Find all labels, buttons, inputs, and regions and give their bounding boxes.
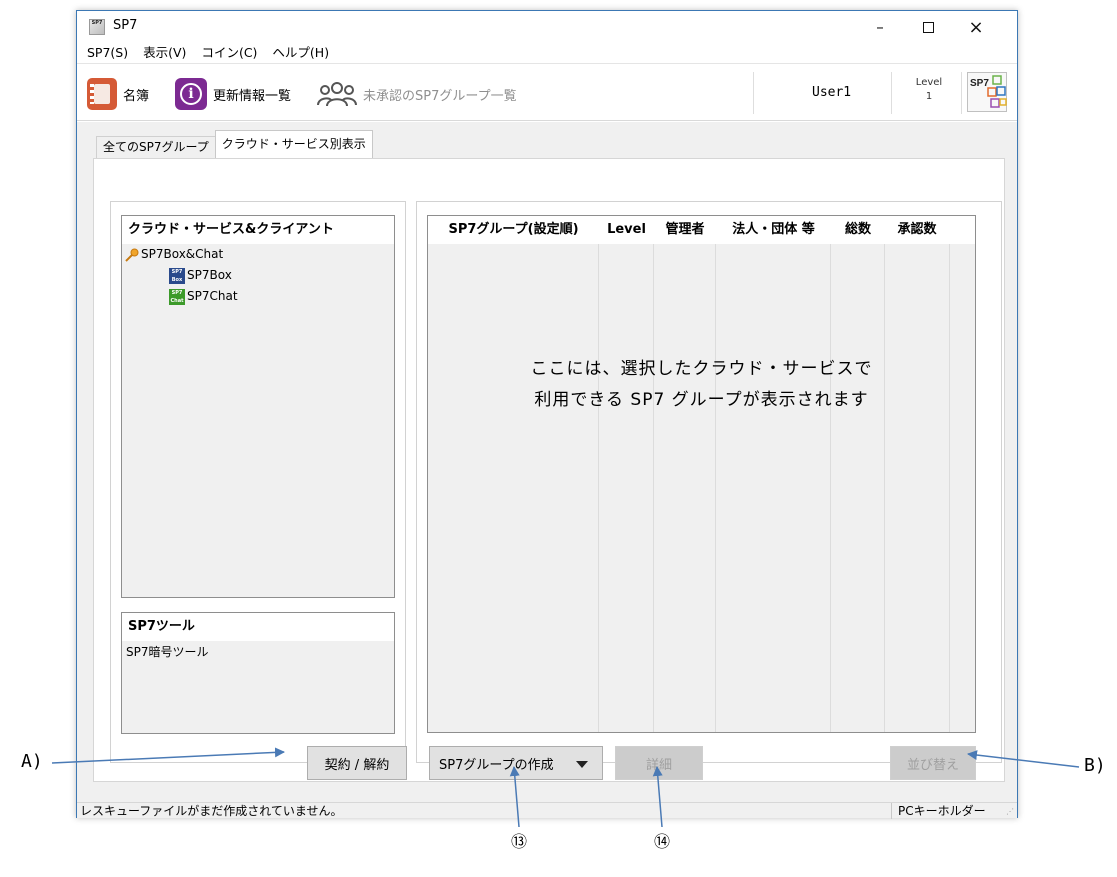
empty-state-message: ここには、選択したクラウド・サービスで 利用できる SP7 グループが表示されま… (428, 354, 975, 416)
column-divider (830, 244, 831, 732)
table-header: SP7グループ(設定順) Level 管理者 法人・団体 等 総数 承認数 (428, 216, 975, 244)
updates-label: 更新情報一覧 (213, 88, 292, 104)
toolbar: 名簿 i 更新情報一覧 未承認のSP7グループ一覧 User1 Level 1 (77, 63, 1017, 121)
tab-page: クラウド・サービス&クライアント SP7Box&Chat SP7 Box SP7… (93, 158, 1005, 782)
sp7chat-icon: SP7 Chat (169, 288, 185, 305)
sp7-logo-icon: SP7 (970, 75, 1007, 108)
empty-message-line: ここには、選択したクラウド・サービスで (530, 359, 873, 379)
resize-grip-icon[interactable]: ⋰ (1006, 807, 1014, 816)
sp7box-icon: SP7 Box (169, 267, 185, 284)
toolbar-divider (961, 72, 962, 114)
updates-button[interactable]: i 更新情報一覧 (175, 78, 291, 110)
empty-message-line: 利用できる SP7 グループが表示されます (534, 390, 869, 410)
window-title: SP7 (113, 18, 138, 33)
group-icon (317, 82, 357, 107)
create-group-button[interactable]: SP7グループの作成 (429, 746, 603, 780)
app-window: SP7 SP7 – × SP7(S) 表示(V) コイン(C) ヘルプ(H) 名… (76, 10, 1018, 819)
tree-item-sp7box[interactable]: SP7 Box SP7Box (122, 265, 394, 286)
key-icon (125, 248, 139, 262)
pending-groups-label: 未承認のSP7グループ一覧 (363, 88, 517, 104)
menu-view[interactable]: 表示(V) (134, 43, 192, 63)
column-header-level[interactable]: Level (599, 216, 654, 244)
tab-all-groups[interactable]: 全てのSP7グループ (96, 136, 216, 158)
tree-item-label: SP7Box&Chat (141, 247, 224, 261)
user-name: User1 (812, 85, 852, 100)
annotation-number-13: ⑬ (511, 832, 528, 851)
pc-keyholder-status[interactable]: PCキーホルダー (891, 803, 995, 819)
title-bar[interactable]: SP7 SP7 – × (77, 11, 1017, 43)
detail-button[interactable]: 詳細 (615, 746, 703, 780)
close-button[interactable]: × (953, 11, 999, 43)
column-header-group[interactable]: SP7グループ(設定順) (428, 216, 599, 244)
column-divider (884, 244, 885, 732)
minimize-button[interactable]: – (857, 11, 903, 43)
sp7-tools-header: SP7ツール (122, 613, 394, 641)
pending-groups-button[interactable]: 未承認のSP7グループ一覧 (317, 78, 517, 110)
column-divider (598, 244, 599, 732)
level-indicator: Level 1 (899, 76, 959, 104)
annotation-label-b: B) (1084, 755, 1106, 776)
column-divider (949, 244, 950, 732)
create-group-label: SP7グループの作成 (439, 757, 554, 773)
column-header-approved[interactable]: 承認数 (885, 216, 949, 244)
column-dividers (428, 244, 975, 732)
left-panel: クラウド・サービス&クライアント SP7Box&Chat SP7 Box SP7… (110, 201, 407, 780)
cloud-service-list-header: クラウド・サービス&クライアント (122, 216, 394, 244)
menu-help[interactable]: ヘルプ(H) (263, 43, 335, 63)
directory-label: 名簿 (123, 88, 150, 104)
sort-button[interactable]: 並び替え (890, 746, 976, 780)
maximize-button[interactable] (905, 11, 951, 43)
cloud-service-list[interactable]: クラウド・サービス&クライアント SP7Box&Chat SP7 Box SP7… (121, 215, 395, 598)
sp7-logo[interactable]: SP7 (967, 72, 1007, 112)
column-divider (715, 244, 716, 732)
tree-item-label: SP7Chat (187, 289, 238, 303)
directory-button[interactable]: 名簿 (87, 78, 149, 110)
dropdown-arrow-icon (576, 761, 588, 768)
info-icon: i (175, 78, 207, 110)
right-panel: SP7グループ(設定順) Level 管理者 法人・団体 等 総数 承認数 ここ… (416, 201, 1002, 780)
status-message: レスキューファイルがまだ作成されていません。 (80, 804, 343, 818)
toolbar-divider (891, 72, 892, 114)
tree-item-sp7chat[interactable]: SP7 Chat SP7Chat (122, 286, 394, 307)
menu-coin[interactable]: コイン(C) (192, 43, 263, 63)
level-label: Level (915, 77, 943, 88)
contract-button[interactable]: 契約 / 解約 (307, 746, 407, 780)
sp7-group-table[interactable]: SP7グループ(設定順) Level 管理者 法人・団体 等 総数 承認数 ここ… (427, 215, 976, 733)
app-icon: SP7 (89, 19, 105, 35)
tab-strip: 全てのSP7グループ クラウド・サービス別表示 (96, 130, 373, 158)
svg-text:SP7: SP7 (970, 78, 989, 89)
column-header-total[interactable]: 総数 (831, 216, 885, 244)
column-divider (653, 244, 654, 732)
column-header-organization[interactable]: 法人・団体 等 (716, 216, 831, 244)
toolbar-divider (753, 72, 754, 114)
menu-sp7[interactable]: SP7(S) (77, 43, 134, 63)
address-book-icon (87, 78, 117, 110)
client-area: 全てのSP7グループ クラウド・サービス別表示 クラウド・サービス&クライアント… (77, 122, 1017, 802)
menu-bar: SP7(S) 表示(V) コイン(C) ヘルプ(H) (77, 43, 1017, 63)
annotation-number-14: ⑭ (654, 832, 671, 851)
column-header-admin[interactable]: 管理者 (654, 216, 716, 244)
tool-item-encryption[interactable]: SP7暗号ツール (122, 641, 394, 663)
tree-item-sp7boxchat[interactable]: SP7Box&Chat (122, 244, 394, 265)
maximize-icon (922, 21, 934, 33)
level-value: 1 (925, 91, 933, 102)
sp7-tools-list[interactable]: SP7ツール SP7暗号ツール (121, 612, 395, 734)
tab-by-cloud-service[interactable]: クラウド・サービス別表示 (214, 130, 373, 158)
tree-item-label: SP7Box (187, 268, 232, 282)
annotation-label-a: A) (21, 751, 43, 772)
status-bar: レスキューファイルがまだ作成されていません。 PCキーホルダー ⋰ (77, 802, 1017, 819)
